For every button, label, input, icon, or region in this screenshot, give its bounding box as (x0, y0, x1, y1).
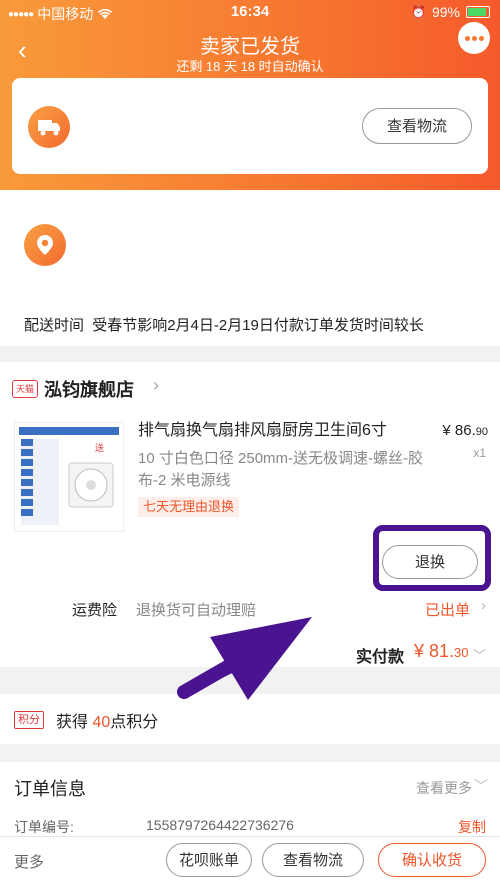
annotation-arrow (177, 617, 312, 700)
